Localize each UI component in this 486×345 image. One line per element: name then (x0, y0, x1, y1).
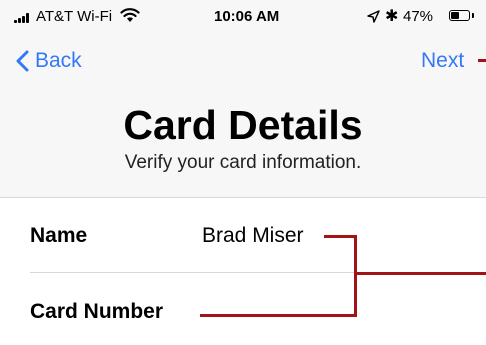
callout-line-card-number (200, 314, 357, 317)
time-label: 10:06 AM (214, 8, 280, 25)
back-label: Back (35, 49, 82, 72)
signal-icon (14, 13, 34, 23)
page-subtitle: Verify your card information. (124, 152, 362, 173)
callout-line-right (356, 272, 486, 275)
carrier-label: AT&T Wi-Fi (36, 8, 113, 25)
battery-icon (449, 10, 474, 21)
card-number-label: Card Number (30, 300, 164, 323)
battery-percent: 47% (403, 8, 434, 25)
callout-line-vertical (354, 235, 357, 317)
bluetooth-icon: ✱ (385, 8, 399, 25)
name-field[interactable]: Brad Miser (202, 224, 304, 248)
next-button[interactable]: Next (421, 49, 464, 73)
navigation-bar: Back Next (0, 34, 486, 94)
callout-line-next (478, 59, 486, 62)
chevron-left-icon (16, 50, 29, 72)
location-arrow-icon (367, 10, 380, 23)
page-title: Card Details (123, 102, 363, 148)
callout-line-name (324, 235, 357, 238)
status-bar: AT&T Wi-Fi 10:06 AM ✱ 47% (0, 0, 486, 34)
wifi-icon (120, 8, 140, 22)
name-label: Name (30, 224, 88, 247)
back-button[interactable]: Back (16, 46, 82, 76)
card-details-header: Card Details Verify your card informatio… (0, 94, 486, 198)
